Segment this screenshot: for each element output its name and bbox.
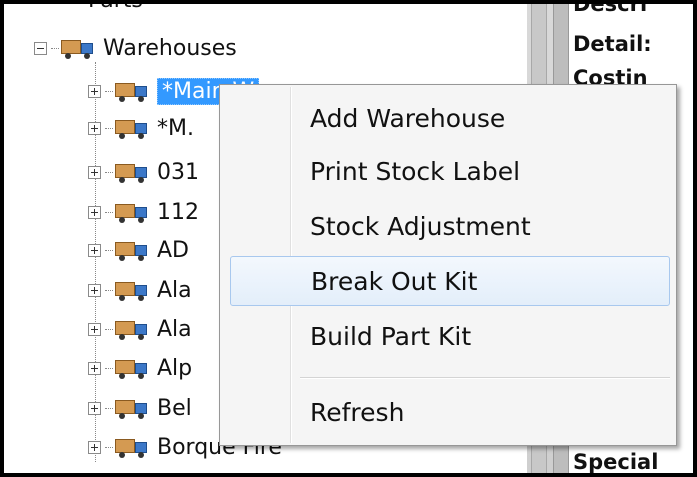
tree-item-label: Bel [157,395,192,421]
tree-branch-line [105,171,113,173]
tree-branch-line [105,367,113,369]
expand-icon[interactable] [88,322,101,336]
warehouse-truck-icon [115,117,149,139]
expand-icon[interactable] [88,361,101,375]
detail-line: Special [573,450,659,473]
expand-icon[interactable] [88,165,101,179]
tree-item-partial[interactable]: Parts [88,4,143,13]
expand-icon[interactable] [88,401,101,415]
menu-item-refresh[interactable]: Refresh [230,387,670,437]
tree-item-warehouse[interactable]: 112 [88,194,199,230]
tree-root-label: Warehouses [103,35,237,61]
expand-icon[interactable] [88,121,101,135]
tree-item-warehouse[interactable]: Ala [88,311,192,347]
tree-item-warehouse[interactable]: *M. [88,110,194,146]
warehouse-truck-icon [115,357,149,379]
tree-item-warehouse[interactable]: Ala [88,272,192,308]
tree-item-label: AD [157,237,189,263]
warehouse-truck-icon [115,318,149,340]
tree-item-label: 112 [157,199,199,225]
tree-branch-line [105,249,113,251]
collapse-icon[interactable] [34,41,47,55]
tree-item-label: Ala [157,316,192,342]
tree-branch-line [105,127,113,129]
tree-item-label: *M. [157,115,194,141]
tree-item-warehouse[interactable]: Bel [88,390,192,426]
tree-item-label: 031 [157,159,199,185]
warehouse-truck-icon [61,37,95,59]
detail-line: Detail: [573,32,652,56]
warehouse-truck-icon [115,161,149,183]
tree-branch-line [105,289,113,291]
menu-separator [300,377,670,379]
expand-icon[interactable] [88,243,101,257]
warehouse-truck-icon [115,279,149,301]
menu-item-add-warehouse[interactable]: Add Warehouse [230,93,670,143]
menu-item-print-stock-label[interactable]: Print Stock Label [230,146,670,196]
expand-icon[interactable] [88,205,101,219]
tree-item-warehouse[interactable]: Alp [88,350,192,386]
tree-root-warehouses[interactable]: Warehouses [34,30,237,66]
tree-branch-line [105,328,113,330]
menu-item-break-out-kit[interactable]: Break Out Kit [230,256,670,306]
menu-item-stock-adjustment[interactable]: Stock Adjustment [230,201,670,251]
warehouse-truck-icon [115,397,149,419]
expand-icon[interactable] [88,440,101,454]
warehouse-truck-icon [115,201,149,223]
tree-item-warehouse[interactable]: AD [88,232,189,268]
warehouse-truck-icon [115,80,149,102]
warehouse-truck-icon [115,239,149,261]
tree-item-label: Alp [157,355,193,381]
tree-item-warehouse[interactable]: 031 [88,154,199,190]
tree-branch-line [105,90,113,92]
tree-branch-line [51,47,59,49]
context-menu: Add Warehouse Print Stock Label Stock Ad… [219,84,677,446]
tree-branch-line [105,407,113,409]
detail-line: Descri [573,4,648,16]
expand-icon[interactable] [88,283,101,297]
menu-item-build-part-kit[interactable]: Build Part Kit [230,311,670,361]
tree-branch-line [105,446,113,448]
tree-branch-line [105,211,113,213]
tree-item-label: Ala [157,277,192,303]
expand-icon[interactable] [88,84,101,98]
application-window: Parts Warehouses *Main W *M. 031 [4,4,693,473]
warehouse-truck-icon [115,436,149,458]
